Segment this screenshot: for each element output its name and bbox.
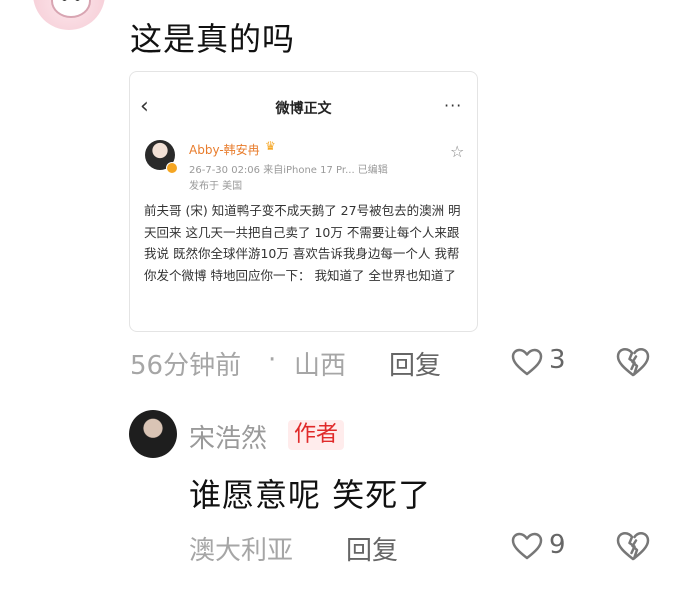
poster-name: Abby-韩安冉 xyxy=(189,143,260,157)
cropped-status-bar xyxy=(170,72,430,76)
reply-button[interactable]: 回复 xyxy=(346,530,398,567)
more-options-icon: ··· xyxy=(444,96,463,115)
heart-icon xyxy=(511,348,543,376)
dislike-button[interactable] xyxy=(615,530,651,562)
like-count: 3 xyxy=(549,345,566,375)
like-button[interactable] xyxy=(510,531,544,561)
post-body: 前夫哥 (宋) 知道鸭子变不成天鹅了 27号被包去的澳洲 明天回来 这几天一共把… xyxy=(144,203,461,283)
comment-location: 山西 xyxy=(294,351,347,381)
author-avatar[interactable] xyxy=(129,410,177,458)
broken-heart-icon xyxy=(616,347,650,377)
reply-button[interactable]: 回复 xyxy=(389,345,441,382)
post-meta: 26-7-30 02:06 来自iPhone 17 Pr... 已编辑 xyxy=(189,165,388,176)
like-button[interactable] xyxy=(510,347,544,377)
author-name[interactable]: 宋浩然 xyxy=(189,418,267,455)
comment-image-attachment[interactable]: ‹ 微博正文 ··· Abby-韩安冉 ♛ 26-7-30 02:06 来自iP… xyxy=(129,71,478,332)
reply-text: 谁愿意呢 笑死了 xyxy=(189,476,432,514)
avatar-eye xyxy=(62,0,67,1)
author-badge: 作者 xyxy=(288,420,345,450)
heart-icon xyxy=(511,532,543,560)
crown-icon: ♛ xyxy=(265,139,276,153)
comment-text: 这是真的吗 xyxy=(130,20,296,58)
reply-location: 澳大利亚 xyxy=(189,536,294,566)
avatar-eye xyxy=(75,0,80,1)
broken-heart-icon xyxy=(616,531,650,561)
comment-time: 56分钟前 xyxy=(130,351,242,381)
dislike-button[interactable] xyxy=(615,346,651,378)
verified-badge-icon xyxy=(166,162,178,174)
post-location: 发布于 美国 xyxy=(189,181,243,192)
meta-separator: · xyxy=(268,345,277,375)
like-count: 9 xyxy=(549,530,566,560)
commenter-avatar[interactable] xyxy=(33,0,105,30)
favorite-star-icon: ☆ xyxy=(450,142,465,161)
avatar-cartoon-face xyxy=(51,0,91,18)
post-page-title: 微博正文 xyxy=(275,101,332,117)
